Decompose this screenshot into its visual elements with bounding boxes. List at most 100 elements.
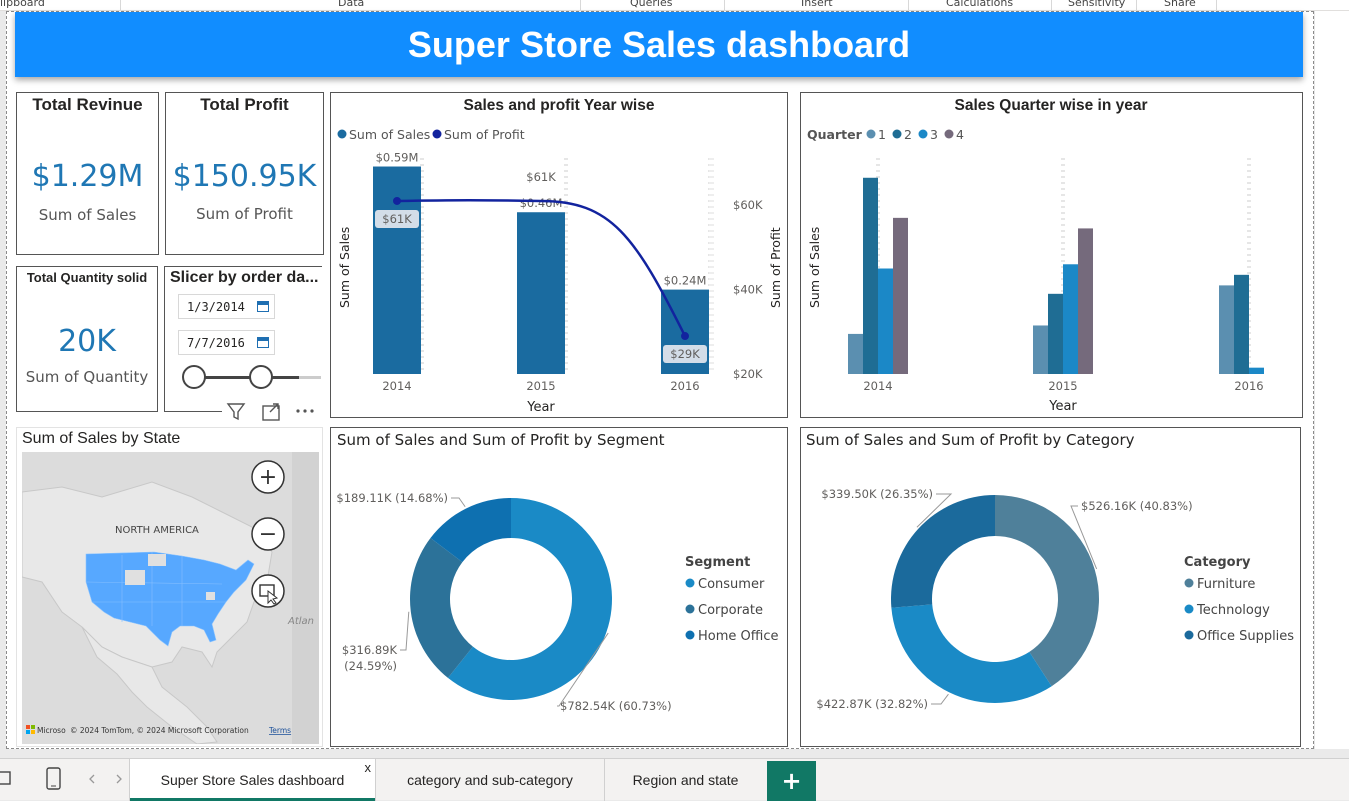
x-tick-label: 2014 [382, 379, 411, 393]
chart-legend[interactable]: Sum of Sales Sum of Profit [337, 127, 525, 142]
bar-2015-q1[interactable] [1033, 325, 1048, 374]
data-label-profit: $29K [670, 347, 700, 361]
data-label-slice: $189.11K (14.68%) [336, 491, 448, 505]
slice-technology[interactable] [891, 604, 1052, 703]
legend-marker[interactable] [685, 630, 695, 640]
ribbon-group-queries[interactable]: Queries [630, 0, 672, 9]
y2-tick-label: $20K [733, 367, 763, 381]
data-label-profit: $61K [382, 212, 412, 226]
tab-label: category and sub-category [407, 772, 573, 788]
ribbon-group-share[interactable]: Share [1164, 0, 1196, 9]
bar-2016-q3[interactable] [1249, 367, 1264, 374]
legend-marker[interactable] [685, 604, 695, 614]
legend-label: Office Supplies [1197, 629, 1294, 644]
legend-label: Furniture [1197, 577, 1255, 592]
kpi-revenue-title: Total Revinue [32, 95, 143, 114]
bar-2016-q1[interactable] [1219, 285, 1234, 374]
chart-sales-profit-year[interactable]: Sales and profit Year wise Sum of Sales … [330, 92, 788, 418]
kpi-quantity-value: 20K [58, 324, 116, 359]
kpi-card-profit[interactable]: Total Profit $150.95K Sum of Profit [165, 92, 324, 255]
chart-title: Sum of Sales and Sum of Profit by Catego… [806, 431, 1135, 449]
slicer-end-date-input[interactable]: 7/7/2016 [178, 330, 275, 355]
data-label-sales: $0.46M [520, 196, 563, 210]
chart-segment-donut-svg: Sum of Sales and Sum of Profit by Segmen… [336, 431, 778, 713]
map-terms-link[interactable]: Terms [268, 726, 291, 735]
legend-marker-q3[interactable] [918, 129, 928, 139]
focus-mode-icon[interactable] [262, 403, 280, 421]
slice-furniture[interactable] [995, 495, 1099, 687]
legend-marker-q4[interactable] [944, 129, 954, 139]
calendar-icon[interactable] [257, 301, 269, 312]
ribbon-group-calculations[interactable]: Calculations [946, 0, 1013, 9]
ribbon-group-insert[interactable]: Insert [801, 0, 833, 9]
ribbon-group-sensitivity[interactable]: Sensitivity [1068, 0, 1125, 9]
date-slicer[interactable]: Slicer by order da... 1/3/2014 7/7/2016 [164, 266, 322, 412]
data-label-sales: $0.59M [376, 151, 419, 165]
bar-2015-q3[interactable] [1063, 264, 1078, 374]
legend-marker-q1[interactable] [866, 129, 876, 139]
legend-label: Corporate [698, 603, 763, 618]
legend-marker-profit [432, 129, 442, 139]
x-tick-label: 2015 [1048, 379, 1077, 393]
ribbon-strip: lipboard Data Queries Insert Calculation… [0, 0, 1349, 11]
tab-category-and-sub-category[interactable]: category and sub-category [376, 759, 604, 801]
next-page-icon[interactable] [116, 774, 122, 784]
bar-2015-q2[interactable] [1048, 293, 1063, 374]
point-profit-2016[interactable] [681, 332, 689, 341]
prev-page-icon[interactable] [89, 774, 95, 784]
y-axis-label: Sum of Sales [807, 227, 822, 308]
x-tick-label: 2015 [526, 379, 555, 393]
tab-label: Region and state [632, 772, 739, 788]
filter-icon[interactable] [226, 403, 246, 421]
legend-label-sales: Sum of Sales [349, 127, 430, 142]
x-tick-label: 2016 [1234, 379, 1263, 393]
data-label-sales: $0.24M [664, 274, 707, 288]
bar-2015-q4[interactable] [1078, 228, 1093, 374]
add-page-button[interactable]: + [767, 761, 816, 801]
kpi-profit-title: Total Profit [200, 95, 289, 114]
bar-sales-2015[interactable] [517, 212, 565, 374]
dashboard-title-banner: Super Store Sales dashboard [15, 12, 1303, 77]
chart-segment-donut[interactable]: Sum of Sales and Sum of Profit by Segmen… [330, 427, 788, 747]
legend-label-q4: 4 [956, 127, 964, 142]
bar-2014-q4[interactable] [893, 217, 908, 374]
map-visual[interactable]: Sum of Sales by State NORTH AMERICA Atla… [16, 427, 323, 747]
point-profit-2014[interactable] [393, 196, 401, 205]
slicer-start-handle[interactable] [182, 365, 206, 389]
slice-office-supplies[interactable] [891, 495, 995, 608]
bar-2014-q2[interactable] [863, 177, 878, 374]
bar-2016-q2[interactable] [1234, 274, 1249, 374]
legend-marker[interactable] [1184, 604, 1194, 614]
chart-sales-quarter[interactable]: Sales Quarter wise in year Quarter 1234 … [800, 92, 1303, 418]
map-select-icon[interactable] [251, 574, 285, 608]
data-label-slice: $782.54K (60.73%) [560, 699, 672, 713]
calendar-icon[interactable] [257, 337, 269, 348]
slicer-title: Slicer by order da... [170, 269, 319, 286]
map-canvas[interactable]: NORTH AMERICA Atlan + − Microso © 2024 T… [22, 452, 319, 744]
zoom-in-button[interactable]: + [251, 460, 285, 494]
legend-marker[interactable] [685, 578, 695, 588]
zoom-out-button[interactable]: − [251, 517, 285, 551]
slicer-start-date-input[interactable]: 1/3/2014 [178, 294, 275, 319]
bar-2014-q3[interactable] [878, 268, 893, 375]
legend-marker[interactable] [1184, 578, 1194, 588]
mobile-view-icon[interactable] [46, 767, 61, 790]
chart-category-donut[interactable]: Sum of Sales and Sum of Profit by Catego… [800, 427, 1301, 747]
desktop-view-icon[interactable] [0, 771, 11, 785]
slicer-end-handle[interactable] [249, 365, 273, 389]
tab-close-icon[interactable]: x [365, 747, 372, 789]
ribbon-group-clipboard[interactable]: lipboard [0, 0, 45, 9]
kpi-card-quantity[interactable]: Total Quantity solid 20K Sum of Quantity [16, 266, 158, 412]
ribbon-group-data[interactable]: Data [338, 0, 364, 9]
legend-marker[interactable] [1184, 630, 1194, 640]
legend-label-q2: 2 [904, 127, 912, 142]
bar-2014-q1[interactable] [848, 333, 863, 374]
canvas-side-area [1314, 11, 1349, 749]
chart-sales-quarter-svg: Sales Quarter wise in year Quarter 1234 … [807, 97, 1264, 414]
data-label-slice: (24.59%) [344, 659, 397, 673]
more-options-icon[interactable] [296, 409, 314, 413]
tab-super-store-sales-dashboard[interactable]: Super Store Sales dashboard x [130, 759, 375, 801]
tab-region-and-state[interactable]: Region and state [605, 759, 766, 801]
legend-marker-q2[interactable] [892, 129, 902, 139]
kpi-card-revenue[interactable]: Total Revinue $1.29M Sum of Sales [16, 92, 159, 255]
